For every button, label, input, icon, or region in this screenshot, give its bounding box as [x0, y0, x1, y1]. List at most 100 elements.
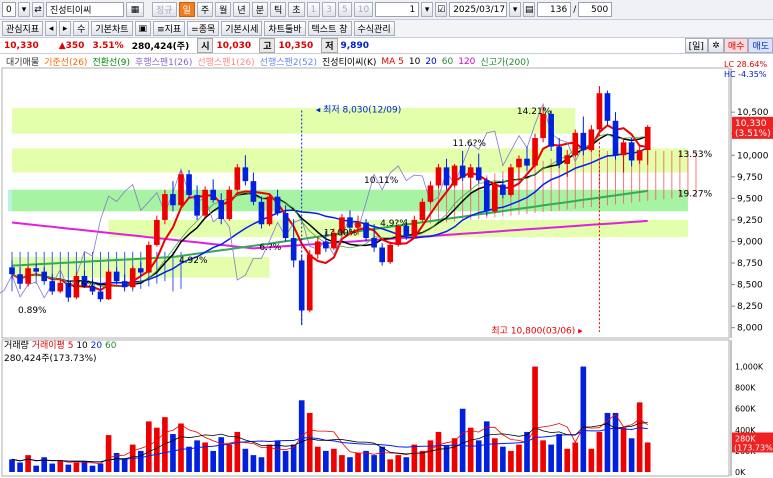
candle-body: [323, 241, 329, 249]
sell-button[interactable]: 매도: [748, 38, 773, 53]
volume-bar: [564, 448, 571, 472]
candle-body: [210, 189, 217, 201]
period-second-button[interactable]: 초: [288, 2, 305, 17]
candle-body: [363, 222, 369, 239]
candle-body: [628, 142, 635, 161]
period-regular-button[interactable]: 정규: [152, 2, 177, 17]
volume-bar: [644, 442, 651, 472]
period-tick-button[interactable]: 틱: [269, 2, 287, 17]
volume-bar: [250, 455, 257, 472]
layout-icon[interactable]: ▣: [134, 21, 152, 36]
date-field[interactable]: 2025/03/17: [449, 2, 508, 17]
candle-body: [467, 167, 474, 178]
price-axis-label: 8,000: [737, 324, 763, 334]
candle-body: [443, 167, 450, 186]
volume-bar: [89, 465, 96, 472]
volume-bar: [500, 446, 506, 472]
volume-bar: [459, 408, 466, 472]
chart-menu-bar: 관심지표 ◂ ▸ 수 기본차트 ▣ ≡지표 =종목 기본시세 차트툴바 텍스트 …: [0, 20, 773, 38]
code-input[interactable]: 0: [2, 2, 16, 17]
search-icon[interactable]: ▾: [18, 2, 30, 17]
minute-10-button[interactable]: 10: [353, 2, 374, 17]
legend-item[interactable]: 선행스팬2(52): [260, 55, 317, 68]
current-price-tag-rate: (3.51%): [735, 129, 771, 139]
legend-item[interactable]: 신고가(200): [480, 55, 529, 68]
chevron-down-icon[interactable]: ▾: [421, 2, 434, 17]
period-day-button[interactable]: 일: [178, 2, 195, 17]
minute-5-button[interactable]: 5: [338, 2, 352, 17]
count-select[interactable]: 1: [375, 2, 420, 17]
legend-item[interactable]: 60: [442, 57, 453, 67]
period-week-button[interactable]: 주: [196, 2, 214, 17]
pct-annotation: 4.92%: [179, 256, 208, 266]
candle-body: [604, 93, 611, 121]
prev-icon[interactable]: ◂: [45, 21, 58, 36]
candle-body: [483, 180, 490, 212]
candle-body: [202, 189, 208, 216]
formula-manage-button[interactable]: 수식관리: [353, 21, 395, 36]
total-field[interactable]: 500: [578, 2, 613, 17]
calendar-check-icon[interactable]: ☑: [435, 2, 448, 17]
legend-item[interactable]: 전환선(9): [92, 55, 130, 68]
chart-toolbar-button[interactable]: 차트툴바: [264, 21, 306, 36]
period-year-button[interactable]: 년: [233, 2, 250, 17]
low-label: 저: [321, 38, 338, 53]
candle-body: [137, 268, 144, 273]
basic-chart-button[interactable]: 기본차트: [91, 21, 133, 36]
stock-button[interactable]: =종목: [187, 21, 220, 36]
price-chart[interactable]: 14.21% 11.6?% 10.11% 1?.00% 4.92% 7.76% 0.89% 1…: [0, 54, 773, 478]
volume-axis-label: 600K: [735, 405, 756, 414]
price-axis-label: 8,750: [737, 259, 763, 269]
period-minute-button[interactable]: 분: [251, 2, 268, 17]
volume-bar: [49, 463, 56, 472]
candle-body: [154, 219, 160, 245]
candle-body: [411, 219, 418, 237]
date-dropdown-icon[interactable]: ▾: [509, 2, 522, 17]
text-window-button[interactable]: 텍스트 창: [307, 21, 352, 36]
supply-zone-band: [8, 189, 688, 212]
volume-bar: [556, 434, 563, 472]
legend-item[interactable]: 20: [425, 57, 436, 67]
stock-name-field[interactable]: 진성티이씨: [46, 2, 124, 17]
period-month-button[interactable]: 월: [215, 2, 232, 17]
settings-gear-icon[interactable]: ✲: [707, 38, 724, 53]
candle-body: [500, 184, 506, 195]
next-icon[interactable]: ▸: [59, 21, 72, 36]
volume-ma-60: 60: [104, 341, 117, 351]
basic-quote-button[interactable]: 기본시세: [221, 21, 263, 36]
candle-body: [9, 267, 15, 275]
volume-bar: [218, 437, 225, 472]
lc-value: LC 28.64%: [724, 60, 768, 69]
refresh-icon[interactable]: ⇄: [32, 2, 44, 17]
buy-button[interactable]: 매수: [723, 38, 749, 53]
legend-item[interactable]: 대기매물: [6, 55, 39, 68]
legend-item[interactable]: 120: [458, 57, 475, 67]
tab-day[interactable]: [일]: [684, 38, 708, 53]
price-axis-label: 9,250: [737, 216, 763, 226]
price-axis-label: 10,500: [737, 108, 769, 118]
indicator-favorites-button[interactable]: 관심지표: [2, 21, 44, 36]
indicator-button[interactable]: ≡지표: [153, 21, 186, 36]
volume-bar: [451, 438, 458, 472]
legend-item[interactable]: 기준선(26): [44, 55, 87, 68]
volume-bar: [508, 450, 514, 472]
legend-item[interactable]: 선행스팬1(26): [197, 55, 254, 68]
legend-item[interactable]: 진성티이씨(K): [322, 55, 376, 68]
zoom-icon[interactable]: ▤: [523, 2, 536, 17]
candle-body: [113, 271, 120, 282]
minute-1-button[interactable]: 1: [306, 2, 321, 17]
volume-ma-10: 10: [76, 341, 88, 351]
minute-3-button[interactable]: 3: [322, 2, 336, 17]
candle-body: [371, 238, 377, 248]
volume-bar: [548, 444, 554, 472]
filter-icon[interactable]: ▦: [126, 2, 144, 17]
legend-item[interactable]: 10: [409, 57, 420, 67]
price-axis-label: 10,000: [737, 151, 769, 161]
legend-item[interactable]: MA 5: [381, 57, 404, 67]
legend-item[interactable]: 후행스팬1(26): [135, 55, 192, 68]
volume-bar: [411, 444, 418, 472]
edit-button[interactable]: 수: [73, 21, 90, 36]
price-axis-label: 8,500: [737, 281, 763, 291]
volume-value: 280,424주(173.73%): [4, 354, 97, 364]
count-field[interactable]: 136: [537, 2, 572, 17]
